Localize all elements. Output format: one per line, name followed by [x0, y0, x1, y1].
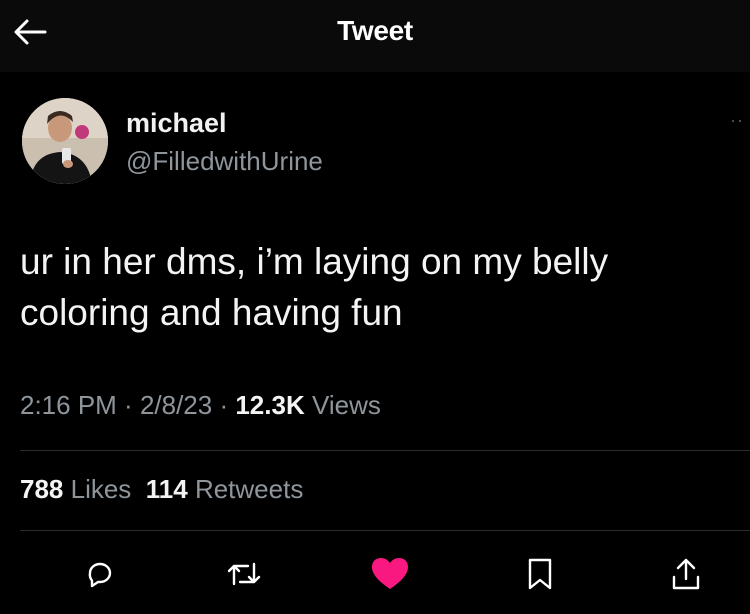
action-bar	[0, 550, 750, 600]
like-button[interactable]	[368, 554, 412, 598]
bookmark-button[interactable]	[518, 554, 562, 598]
retweets-label[interactable]: Retweets	[188, 474, 303, 504]
share-button[interactable]	[664, 554, 708, 598]
share-icon	[671, 557, 701, 596]
avatar[interactable]	[22, 98, 108, 184]
tweet-time[interactable]: 2:16 PM	[20, 390, 117, 420]
likes-count[interactable]: 788	[20, 474, 63, 504]
separator: ·	[212, 390, 236, 420]
top-bar: Tweet	[0, 0, 750, 72]
views-label[interactable]: Views	[305, 390, 381, 420]
reply-button[interactable]	[78, 554, 122, 598]
retweet-button[interactable]	[222, 554, 266, 598]
author-name[interactable]: michael	[126, 108, 227, 139]
retweet-icon	[226, 558, 262, 595]
tweet-text: ur in her dms, i’m laying on my belly co…	[20, 236, 730, 338]
heart-icon	[371, 557, 409, 596]
views-count[interactable]: 12.3K	[235, 390, 304, 420]
more-icon[interactable]: ··	[730, 110, 744, 131]
divider	[20, 530, 750, 531]
page-title: Tweet	[337, 15, 413, 46]
tweet-text-line: ur in her dms, i’m laying on my belly	[20, 241, 609, 282]
tweet-stats: 788 Likes 114 Retweets	[20, 474, 303, 505]
tweet-date[interactable]: 2/8/23	[140, 390, 212, 420]
author-handle[interactable]: @FilledwithUrine	[126, 146, 323, 177]
retweets-count[interactable]: 114	[146, 474, 188, 504]
tweet-meta: 2:16 PM · 2/8/23 · 12.3K Views	[20, 390, 381, 421]
likes-label[interactable]: Likes	[63, 474, 132, 504]
bookmark-icon	[526, 557, 554, 596]
tweet-text-line: coloring and having fun	[20, 292, 403, 333]
divider	[20, 450, 750, 451]
reply-icon	[84, 558, 116, 595]
separator: ·	[116, 390, 140, 420]
